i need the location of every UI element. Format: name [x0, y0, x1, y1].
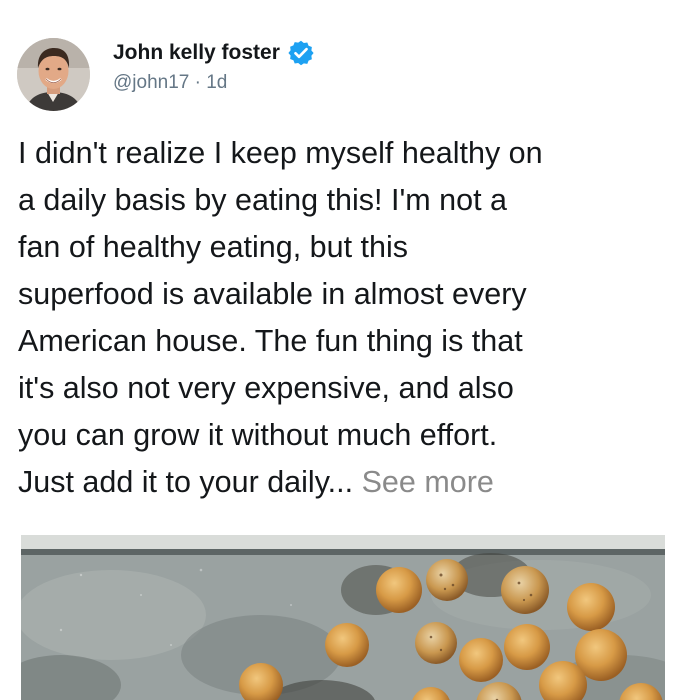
post-text: I didn't realize I keep myself healthy o…	[18, 136, 543, 499]
user-handle[interactable]: @john17	[113, 72, 189, 93]
see-more-link[interactable]: See more	[362, 465, 494, 499]
display-name[interactable]: John kelly foster	[113, 41, 280, 65]
post-header: John kelly foster @john17 · 1d	[0, 0, 700, 120]
social-post: John kelly foster @john17 · 1d I didn't …	[0, 0, 700, 700]
author-name-row: John kelly foster	[113, 38, 315, 68]
post-timestamp[interactable]: 1d	[206, 72, 227, 93]
verified-badge-icon	[287, 39, 315, 67]
meta-separator: ·	[194, 72, 201, 93]
post-meta: @john17 · 1d	[113, 72, 227, 94]
post-body: I didn't realize I keep myself healthy o…	[18, 130, 693, 506]
avatar-photo	[17, 38, 90, 111]
avatar[interactable]	[17, 38, 90, 111]
chickpeas-photo	[21, 535, 665, 700]
post-image[interactable]	[21, 535, 665, 700]
